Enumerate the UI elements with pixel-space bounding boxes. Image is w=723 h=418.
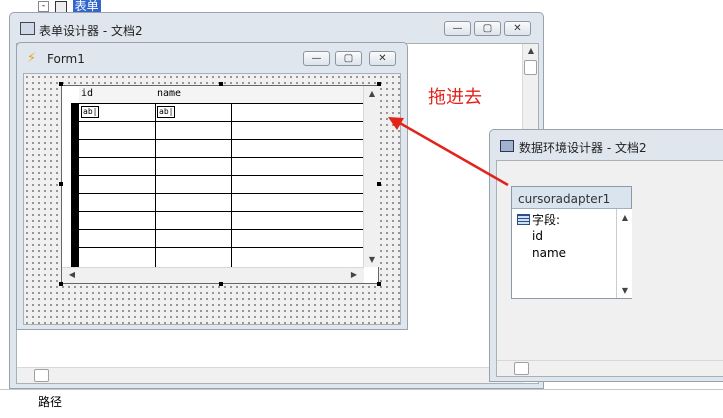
form-designer-titlebar[interactable]: 表单设计器 - 文档2 — ▢ ✕ (10, 13, 543, 43)
scroll-thumb[interactable] (514, 362, 529, 375)
scroll-down-icon[interactable]: ▼ (364, 255, 380, 264)
form-designer-icon (20, 22, 35, 35)
form1-titlebar[interactable]: ⚡ Form1 — ▢ ✕ (17, 43, 407, 73)
scroll-thumb[interactable] (524, 60, 537, 75)
resize-handle[interactable] (377, 82, 381, 86)
maximize-icon: ▢ (482, 23, 493, 34)
fields-header: 字段: (532, 213, 561, 227)
maximize-icon: ▢ (343, 53, 354, 64)
column-header-id[interactable]: id (81, 88, 93, 99)
scroll-up-icon[interactable]: ▲ (523, 46, 539, 55)
field-item-id[interactable]: id (532, 229, 543, 243)
grid-header (79, 86, 365, 103)
resize-handle[interactable] (59, 282, 63, 286)
tree-icon (54, 0, 67, 13)
tree-node-form[interactable]: - 表单 (38, 0, 101, 13)
scroll-left-icon[interactable]: ◀ (64, 270, 80, 279)
resize-handle[interactable] (377, 282, 381, 286)
divider (0, 389, 723, 390)
column-header-name[interactable]: name (157, 88, 181, 99)
scroll-up-icon[interactable]: ▲ (617, 213, 633, 222)
minimize-icon: — (311, 53, 322, 64)
resize-handle[interactable] (219, 82, 223, 86)
field-item-name[interactable]: name (532, 246, 566, 260)
gridline (79, 229, 365, 230)
close-icon: ✕ (513, 23, 522, 34)
data-env-titlebar[interactable]: 数据环境设计器 - 文档2 (490, 130, 723, 160)
path-label: 路径 (38, 395, 63, 409)
gridline (231, 103, 232, 267)
fox-icon: ⚡ (27, 51, 37, 66)
resize-handle[interactable] (219, 282, 223, 286)
scroll-down-icon[interactable]: ▼ (617, 286, 633, 295)
grid-hscroll[interactable]: ◀ ▶ (62, 267, 364, 283)
scroll-thumb[interactable] (34, 369, 49, 382)
close-button[interactable]: ✕ (369, 51, 396, 66)
resize-handle[interactable] (59, 82, 63, 86)
gridline (79, 157, 365, 158)
fields-list-icon (517, 214, 530, 225)
form-designer-title: 表单设计器 - 文档2 (39, 24, 143, 38)
scroll-right-icon[interactable]: ▶ (346, 270, 362, 279)
form1-title: Form1 (47, 52, 85, 66)
grid-vscroll[interactable]: ▲ ▼ (363, 86, 379, 267)
drag-arrow-icon (388, 117, 509, 187)
gridline (79, 211, 365, 212)
record-marker (71, 103, 79, 267)
minimize-button[interactable]: — (303, 51, 330, 66)
gridline (79, 175, 365, 176)
grid-control[interactable]: id name ab| ab| ▲ ▼ ◀ ▶ (61, 85, 379, 284)
gridline (79, 121, 365, 122)
gridline (155, 103, 156, 267)
tree-collapse-toggle[interactable]: - (38, 1, 49, 12)
gridline (79, 139, 365, 140)
textbox-placeholder-id: ab| (81, 106, 100, 118)
annotation-text: 拖进去 (428, 87, 482, 108)
close-icon: ✕ (378, 53, 387, 64)
textbox-placeholder-name: ab| (157, 106, 176, 118)
form-designer-hscroll[interactable] (17, 367, 524, 383)
maximize-button[interactable]: ▢ (335, 51, 362, 66)
minimize-icon: — (452, 23, 463, 34)
minimize-button[interactable]: — (444, 21, 471, 36)
maximize-button[interactable]: ▢ (474, 21, 501, 36)
cursor-vscroll[interactable]: ▲ ▼ (616, 209, 632, 298)
scroll-up-icon[interactable]: ▲ (364, 89, 380, 98)
cursor-adapter-title[interactable]: cursoradapter1 (512, 187, 631, 209)
data-env-hscroll[interactable] (497, 360, 723, 376)
resize-handle[interactable] (59, 182, 63, 186)
gridline (79, 193, 365, 194)
gridline (79, 103, 365, 104)
cursor-adapter-box[interactable]: cursoradapter1 字段: id name ▲ ▼ (511, 186, 632, 299)
close-button[interactable]: ✕ (504, 21, 531, 36)
gridline (79, 247, 365, 248)
data-env-title: 数据环境设计器 - 文档2 (519, 141, 647, 155)
